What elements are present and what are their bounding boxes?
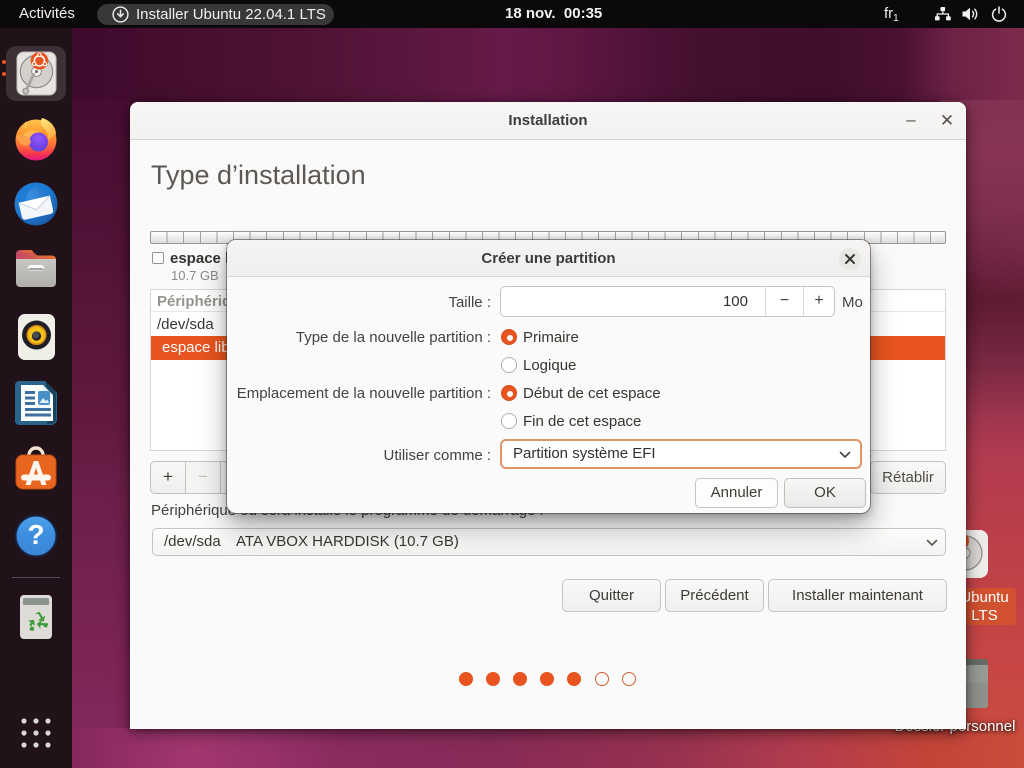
- svg-text:?: ?: [27, 519, 44, 550]
